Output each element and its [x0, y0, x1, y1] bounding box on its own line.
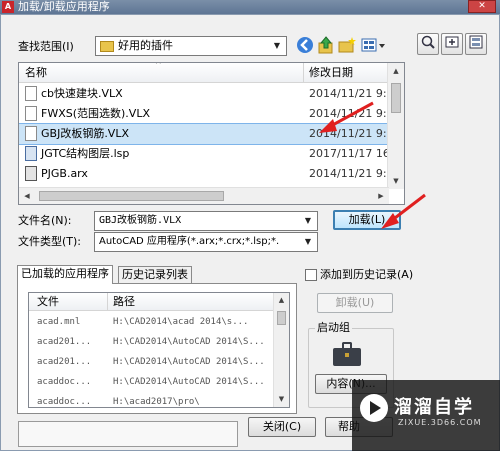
back-icon[interactable] [295, 36, 315, 56]
file-name: PJGB.arx [41, 167, 88, 180]
watermark-title: 溜溜自学 [394, 397, 474, 418]
views-icon[interactable] [359, 36, 387, 56]
find-icon[interactable] [417, 33, 439, 55]
loaded-app-file: acad201... [37, 337, 92, 347]
vlx-file-icon [25, 86, 37, 101]
vlx-file-icon [25, 126, 37, 141]
close-window-button[interactable]: ✕ [468, 0, 496, 13]
unload-button[interactable]: 卸载(U) [317, 293, 393, 313]
file-row[interactable]: JGTC结构图层.lsp 2017/11/17 16:0 [19, 144, 401, 164]
loaded-app-row[interactable]: acaddoc... H:\CAD2014\AutoCAD 2014\S... [29, 373, 274, 393]
column-separator [303, 63, 304, 83]
add-to-history-label[interactable]: 添加到历史记录(A) [320, 268, 413, 282]
add-to-history-checkbox[interactable] [305, 269, 317, 281]
loaded-app-row[interactable]: acad201... H:\CAD2014\AutoCAD 2014\S... [29, 333, 274, 353]
filetype-value: AutoCAD 应用程序(*.arx;*.crx;*.lsp;*. [99, 236, 280, 247]
loaded-app-file: acaddoc... [37, 377, 92, 387]
column-separator [107, 293, 108, 311]
lookin-value: 好用的插件 [118, 39, 173, 52]
loaded-app-path: H:\CAD2014\AutoCAD 2014\S... [113, 377, 265, 387]
tools-icon[interactable] [441, 33, 463, 55]
loaded-app-path: H:\CAD2014\AutoCAD 2014\S... [113, 357, 265, 367]
watermark-subtitle: ZIXUE.3D66.COM [398, 418, 482, 427]
column-header-path[interactable]: 路径 [113, 295, 135, 309]
loaded-app-file: acad201... [37, 357, 92, 367]
scroll-up-icon[interactable]: ▲ [388, 63, 404, 79]
loaded-app-row[interactable]: acad201... H:\CAD2014\AutoCAD 2014\S... [29, 353, 274, 373]
filename-input[interactable]: GBJ改板钢筋.VLX ▼ [94, 211, 318, 231]
file-list-header: 名称 ^ 修改日期 [19, 63, 389, 83]
filetype-label: 文件类型(T): [18, 235, 82, 248]
watermark-overlay: 溜溜自学 ZIXUE.3D66.COM [352, 380, 500, 451]
filename-value: GBJ改板钢筋.VLX [99, 215, 182, 226]
column-header-date[interactable]: 修改日期 [309, 66, 353, 80]
vlx-file-icon [25, 106, 37, 121]
loaded-applications-panel: 文件 路径 acad.mnl H:\CAD2014\acad 2014\s...… [17, 283, 297, 414]
scroll-thumb[interactable] [277, 311, 286, 325]
lookin-label: 查找范围(I) [18, 40, 74, 53]
loaded-app-row[interactable]: acaddoc... H:\acad2017\pro\ [29, 393, 274, 407]
file-list-vertical-scrollbar[interactable]: ▲ ▼ [387, 63, 404, 189]
scroll-down-icon[interactable]: ▼ [388, 173, 404, 189]
chevron-down-icon[interactable]: ▼ [301, 214, 315, 228]
red-arrow-annotation-icon [319, 101, 374, 133]
loaded-list-vertical-scrollbar[interactable]: ▲ ▼ [273, 293, 289, 407]
loaded-app-row[interactable]: acad.mnl H:\CAD2014\acad 2014\s... [29, 313, 274, 333]
red-arrow-annotation-icon [381, 193, 426, 229]
file-name: JGTC结构图层.lsp [41, 147, 130, 160]
close-button[interactable]: 关闭(C) [248, 417, 316, 437]
briefcase-icon[interactable] [333, 342, 361, 366]
lsp-file-icon [25, 146, 37, 161]
play-logo-icon [360, 394, 388, 422]
scroll-left-icon[interactable]: ◀ [19, 188, 35, 204]
options-icon[interactable] [465, 33, 487, 55]
scroll-up-icon[interactable]: ▲ [274, 293, 289, 308]
chevron-down-icon: ▼ [304, 237, 312, 246]
file-list-horizontal-scrollbar[interactable]: ◀ ▶ [19, 187, 389, 204]
new-folder-icon[interactable] [337, 36, 357, 56]
loaded-app-file: acad.mnl [37, 317, 81, 327]
title-bar: A 加载/卸载应用程序 ✕ [0, 0, 500, 14]
column-header-name[interactable]: 名称 [25, 66, 47, 80]
file-name: GBJ改板钢筋.VLX [41, 127, 129, 140]
chevron-down-icon: ▼ [273, 41, 281, 50]
file-row[interactable]: PJGB.arx 2014/11/21 9:09 [19, 164, 401, 184]
filetype-dropdown[interactable]: AutoCAD 应用程序(*.arx;*.crx;*.lsp;*. ▼ [94, 232, 318, 252]
file-name: cb快速建块.VLX [41, 87, 123, 100]
sort-ascending-icon: ^ [155, 62, 162, 69]
up-folder-icon[interactable] [316, 36, 336, 56]
lookin-dropdown[interactable]: 好用的插件 ▼ [95, 36, 287, 56]
column-header-file[interactable]: 文件 [37, 295, 59, 309]
loaded-app-path: H:\CAD2014\acad 2014\s... [113, 317, 249, 327]
tab-history-list[interactable]: 历史记录列表 [118, 266, 192, 284]
folder-icon [100, 40, 114, 52]
filename-label: 文件名(N): [18, 214, 72, 227]
file-name: FWXS(范围选数).VLX [41, 107, 150, 120]
loaded-app-path: H:\CAD2014\AutoCAD 2014\S... [113, 337, 265, 347]
autocad-app-icon: A [2, 1, 14, 13]
window-title: 加载/卸载应用程序 [18, 0, 110, 13]
scroll-down-icon[interactable]: ▼ [274, 392, 289, 407]
loaded-app-file: acaddoc... [37, 397, 92, 407]
arx-file-icon [25, 166, 37, 181]
scroll-thumb[interactable] [39, 191, 224, 201]
startup-suite-label: 启动组 [315, 321, 352, 335]
status-box [18, 421, 238, 447]
scroll-thumb[interactable] [391, 83, 401, 113]
loaded-app-path: H:\acad2017\pro\ [113, 397, 200, 407]
loaded-applications-list[interactable]: 文件 路径 acad.mnl H:\CAD2014\acad 2014\s...… [28, 292, 290, 408]
loaded-list-header: 文件 路径 [29, 293, 274, 311]
tab-loaded-applications[interactable]: 已加载的应用程序 [17, 265, 113, 284]
